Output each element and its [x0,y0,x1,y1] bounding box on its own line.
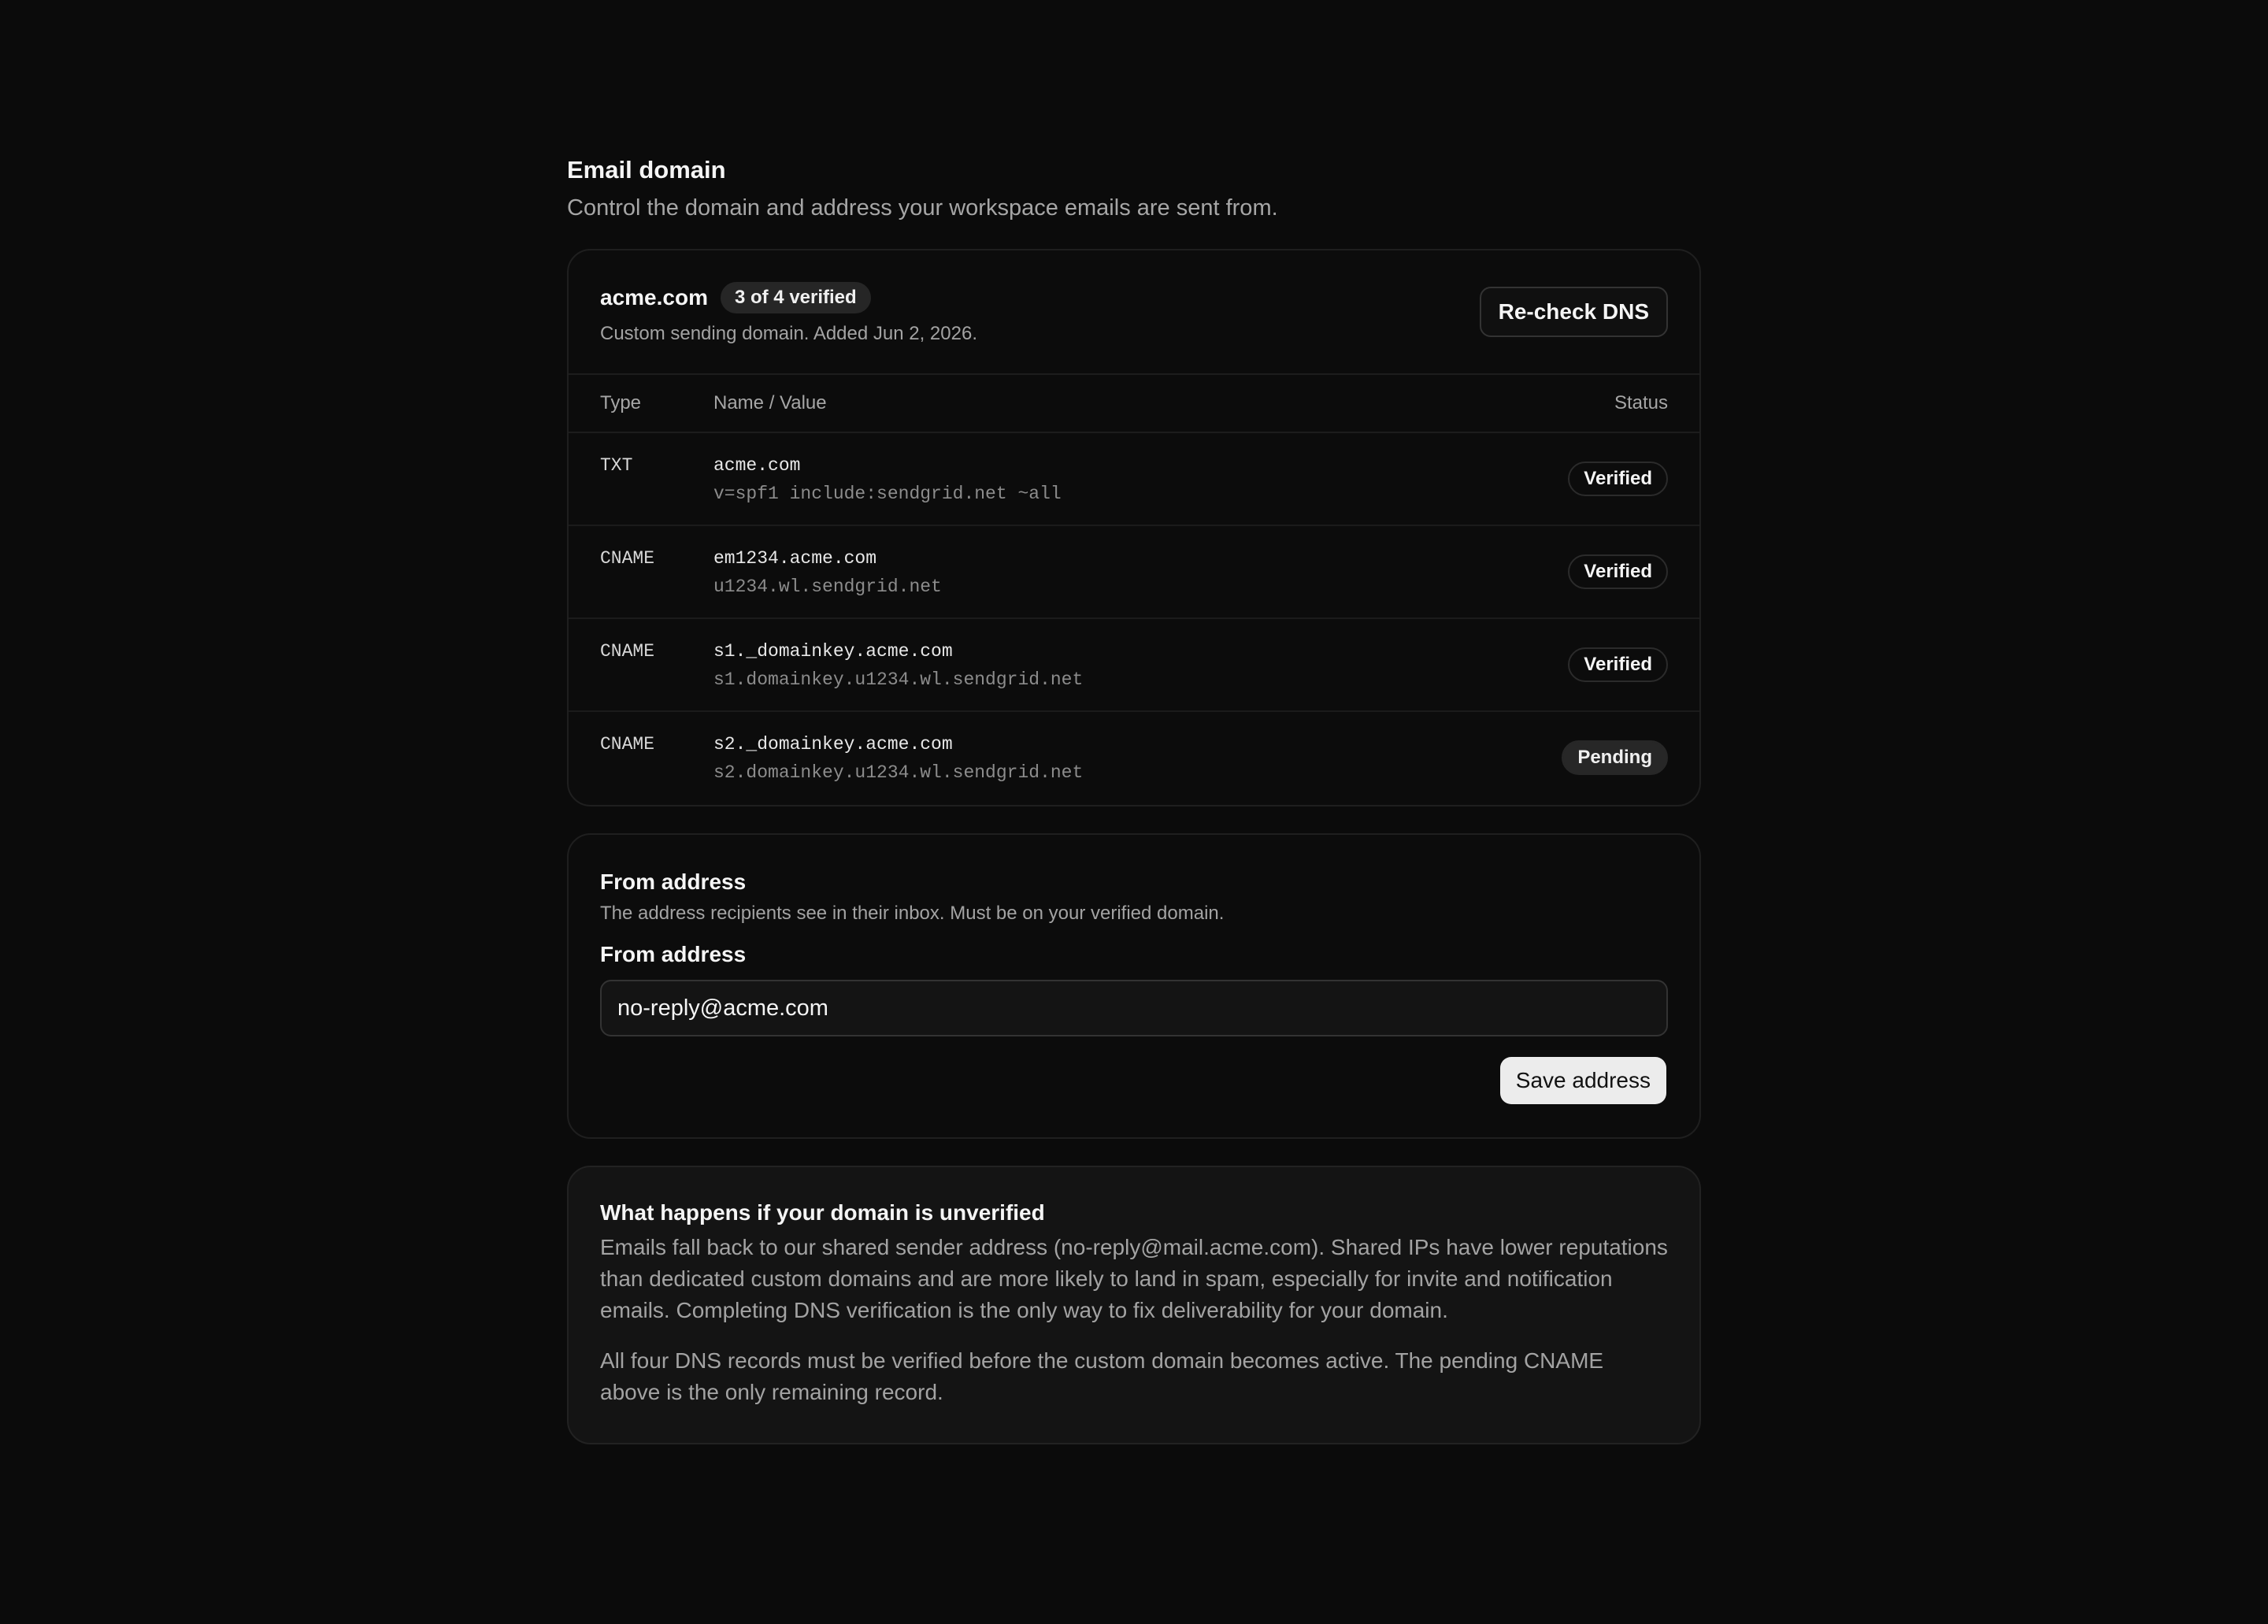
status-badge: Pending [1562,740,1668,775]
info-paragraph: All four DNS records must be verified be… [600,1348,1604,1404]
domain-card: acme.com 3 of 4 verified Custom sending … [567,249,1701,806]
dns-table-body: TXT acme.com v=spf1 include:sendgrid.net… [569,433,1699,805]
status-badge: Verified [1568,647,1668,682]
from-address-title: From address [600,869,747,894]
table-row: CNAME s2._domainkey.acme.com s2.domainke… [569,712,1699,805]
record-type: CNAME [600,641,655,662]
record-name: s1._domainkey.acme.com [713,641,953,662]
record-type: CNAME [600,548,655,569]
verification-count-badge: 3 of 4 verified [720,282,871,313]
save-address-button[interactable]: Save address [1499,1057,1666,1104]
from-address-description: The address recipients see in their inbo… [600,903,1225,924]
unverified-info-card: What happens if your domain is unverifie… [567,1166,1701,1444]
page-subtitle: Control the domain and address your work… [567,195,1278,221]
table-row: CNAME s1._domainkey.acme.com s1.domainke… [569,619,1699,712]
record-value: s1.domainkey.u1234.wl.sendgrid.net [713,669,1084,690]
column-status: Status [1614,392,1668,413]
record-value: v=spf1 include:sendgrid.net ~all [713,484,1062,504]
record-name: s2._domainkey.acme.com [713,734,953,755]
domain-header: acme.com 3 of 4 verified Custom sending … [569,250,1699,375]
from-address-input[interactable] [600,980,1668,1036]
column-type: Type [600,392,642,413]
recheck-dns-button[interactable]: Re-check DNS [1479,287,1668,337]
table-row: CNAME em1234.acme.com u1234.wl.sendgrid.… [569,526,1699,619]
record-name: acme.com [713,455,801,476]
domain-name: acme.com [600,285,708,310]
record-type: TXT [600,455,633,476]
dns-table-header: Type Name / Value Status [569,375,1699,433]
record-name: em1234.acme.com [713,548,877,569]
status-badge: Verified [1568,462,1668,496]
page-title: Email domain [567,156,726,184]
email-domain-settings: Email domain Control the domain and addr… [567,154,1701,1444]
from-address-label: From address [600,942,747,966]
record-value: s2.domainkey.u1234.wl.sendgrid.net [713,762,1084,783]
from-address-card: From address The address recipients see … [567,833,1701,1139]
info-paragraph: Emails fall back to our shared sender ad… [600,1235,1668,1322]
record-value: u1234.wl.sendgrid.net [713,577,942,597]
record-type: CNAME [600,734,655,755]
info-title: What happens if your domain is unverifie… [600,1200,1045,1225]
status-badge: Verified [1568,554,1668,589]
table-row: TXT acme.com v=spf1 include:sendgrid.net… [569,433,1699,526]
column-name-value: Name / Value [713,392,827,413]
